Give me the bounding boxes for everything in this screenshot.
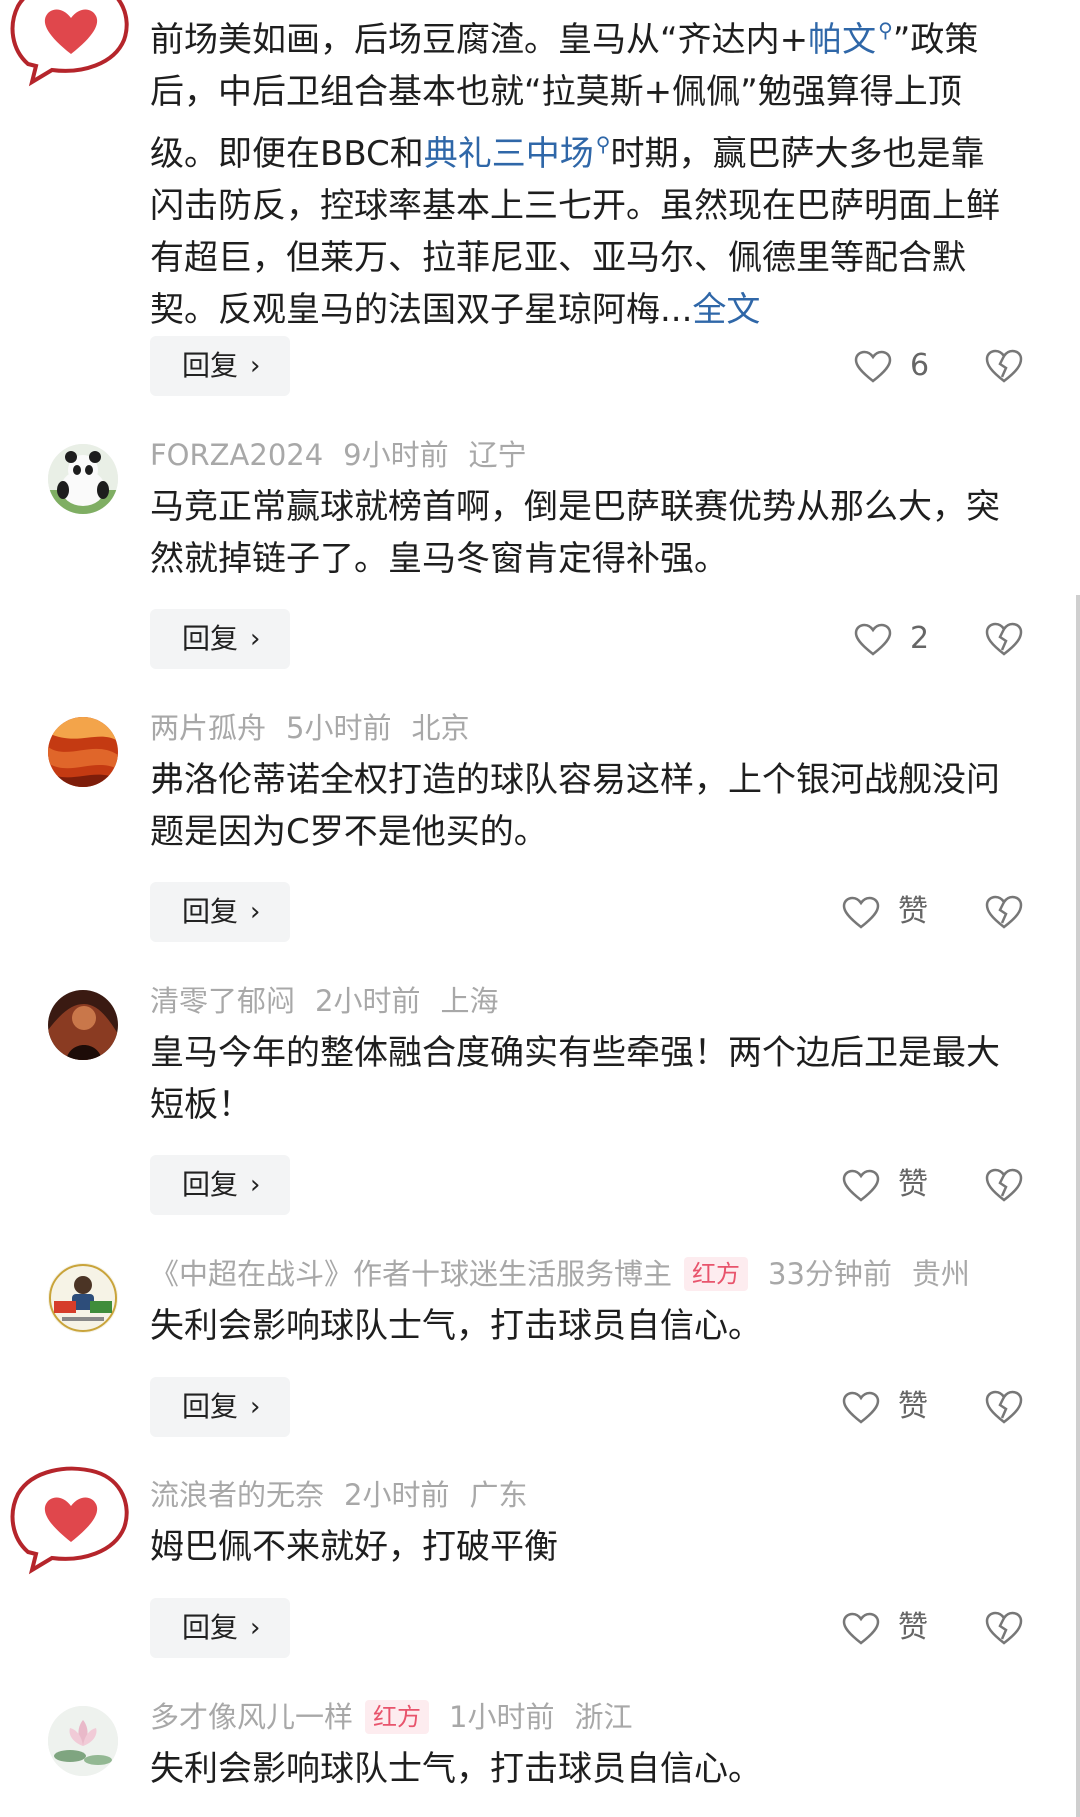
heart-outline-icon: [842, 896, 880, 929]
reply-button[interactable]: 回复 ›: [150, 609, 290, 669]
broken-heart-icon[interactable]: [985, 1389, 1023, 1425]
comment-meta: 清零了郁闷 2小时前 上海: [150, 981, 518, 1021]
comment-location: 浙江: [574, 1700, 633, 1734]
heart-outline-icon: [842, 1612, 880, 1645]
comment-text: 失利会影响球队士气，打击球员自信心。: [150, 1300, 1036, 1352]
comment-text: 皇马今年的整体融合度确实有些牵强！两个边后卫是最大 短板！: [150, 1027, 1036, 1131]
comment-location: 辽宁: [468, 438, 527, 472]
chevron-right-icon: ›: [250, 351, 261, 381]
red-rock-avatar: [48, 717, 118, 787]
comment-location: 北京: [411, 711, 470, 745]
topic-link[interactable]: 典礼三中场: [424, 134, 594, 174]
comment-line: 皇马今年的整体融合度确实有些牵强！两个边后卫是最大: [150, 1033, 1000, 1073]
comment-line: 后，中后卫组合基本也就“拉莫斯+佩佩”勉强算得上顶: [150, 72, 962, 112]
author-name[interactable]: 清零了郁闷: [150, 984, 295, 1018]
reply-button[interactable]: 回复 ›: [150, 1598, 290, 1658]
reply-button[interactable]: 回复 ›: [150, 336, 290, 396]
broken-heart-icon[interactable]: [985, 1610, 1023, 1646]
avatar[interactable]: [48, 1263, 118, 1333]
reply-button[interactable]: 回复 ›: [150, 1377, 290, 1437]
scrollbar[interactable]: [1076, 595, 1080, 1817]
chevron-right-icon: ›: [250, 897, 261, 927]
comment-time: 2小时前: [315, 984, 421, 1018]
author-name[interactable]: 流浪者的无奈: [150, 1478, 324, 1512]
comment-text: 前场美如画，后场豆腐渣。皇马从“齐达内+帕文 ⚲”政策 后，中后卫组合基本也就“拉…: [150, 4, 1036, 336]
comment-line: 级。即便在BBC和典礼三中场 ⚲时期，赢巴萨大多也是靠: [150, 132, 985, 174]
comment-time: 5小时前: [286, 711, 392, 745]
comment-line: 然就掉链子了。皇马冬窗肯定得补强。: [150, 539, 728, 579]
comment-meta: 《中超在战斗》作者十球迷生活服务博主 红方 33分钟前 贵州: [150, 1254, 990, 1294]
like-count: 6: [910, 348, 930, 383]
comment-text: 姆巴佩不来就好，打破平衡: [150, 1521, 1036, 1573]
comment-line: 弗洛伦蒂诺全权打造的球队容易这样，上个银河战舰没问: [150, 760, 1000, 800]
heart-outline-icon: [854, 623, 892, 656]
comment-line: 马竞正常赢球就榜首啊，倒是巴萨联赛优势从那么大，突: [150, 487, 1000, 527]
chevron-right-icon: ›: [250, 624, 261, 654]
broken-heart-icon[interactable]: [985, 348, 1023, 384]
comment-text: 马竞正常赢球就榜首啊，倒是巴萨联赛优势从那么大，突 然就掉链子了。皇马冬窗肯定得…: [150, 481, 1036, 585]
lotus-avatar: [48, 1706, 118, 1776]
comment-time: 33分钟前: [768, 1257, 892, 1291]
chevron-right-icon: ›: [250, 1170, 261, 1200]
comment-time: 9小时前: [343, 438, 449, 472]
avatar[interactable]: [48, 444, 118, 514]
comment-time: 1小时前: [449, 1700, 555, 1734]
author-name[interactable]: 《中超在战斗》作者十球迷生活服务博主: [150, 1257, 672, 1291]
search-icon: ⚲: [878, 18, 893, 42]
comment-meta: 多才像风儿一样 红方 1小时前 浙江: [150, 1697, 652, 1737]
comment-location: 贵州: [911, 1257, 970, 1291]
heart-outline-icon: [842, 1391, 880, 1424]
reply-button[interactable]: 回复 ›: [150, 1155, 290, 1215]
like-label: 赞: [898, 1610, 928, 1645]
heart-speech-bubble-icon: [10, 0, 129, 87]
status-badge: 红方: [684, 1257, 749, 1291]
comment-meta: 两片孤舟 5小时前 北京: [150, 708, 489, 748]
like-label: 赞: [898, 894, 928, 929]
search-icon: ⚲: [595, 132, 611, 156]
broken-heart-icon[interactable]: [985, 1167, 1023, 1203]
read-full-link[interactable]: 全文: [692, 290, 760, 330]
heart-outline-icon: [854, 350, 892, 383]
comment-text: 失利会影响球队士气，打击球员自信心。: [150, 1743, 1036, 1795]
broken-heart-icon[interactable]: [985, 894, 1023, 930]
comment-line: 短板！: [150, 1085, 252, 1125]
dark-portrait-avatar: [48, 990, 118, 1060]
broken-heart-icon[interactable]: [985, 621, 1023, 657]
comment-line: 失利会影响球队士气，打击球员自信心。: [150, 1749, 762, 1789]
comment-feed: 前场美如画，后场豆腐渣。皇马从“齐达内+帕文 ⚲”政策 后，中后卫组合基本也就“拉…: [0, 0, 1080, 1817]
author-name[interactable]: 多才像风儿一样: [150, 1700, 353, 1734]
heart-speech-bubble-icon[interactable]: [8, 1466, 134, 1576]
author-name[interactable]: FORZA2024: [150, 438, 323, 472]
status-badge: 红方: [365, 1700, 430, 1734]
panda-avatar: [48, 444, 118, 514]
topic-link[interactable]: 帕文: [808, 20, 876, 60]
comment-line: 题是因为C罗不是他买的。: [150, 812, 548, 852]
blogger-badge-avatar: [48, 1263, 118, 1333]
comment-line: 前场美如画，后场豆腐渣。皇马从“齐达内+帕文 ⚲”政策: [150, 18, 979, 60]
comment-line: 闪击防反，控球率基本上三七开。虽然现在巴萨明面上鲜: [150, 186, 1000, 226]
comment-meta: 流浪者的无奈 2小时前 广东: [150, 1475, 547, 1515]
like-count: 2: [910, 621, 930, 656]
like-label: 赞: [898, 1167, 928, 1202]
comment-line: 契。反观皇马的法国双子星琼阿梅...全文: [150, 290, 761, 330]
avatar[interactable]: [48, 1706, 118, 1776]
avatar[interactable]: [48, 990, 118, 1060]
chevron-right-icon: ›: [250, 1392, 261, 1422]
chevron-right-icon: ›: [250, 1613, 261, 1643]
like-label: 赞: [898, 1389, 928, 1424]
comment-location: 上海: [440, 984, 499, 1018]
author-name[interactable]: 两片孤舟: [150, 711, 266, 745]
reply-button[interactable]: 回复 ›: [150, 882, 290, 942]
comment-location: 广东: [469, 1478, 528, 1512]
avatar[interactable]: [48, 717, 118, 787]
comment-line: 有超巨，但莱万、拉菲尼亚、亚马尔、佩德里等配合默: [150, 238, 966, 278]
heart-outline-icon: [842, 1169, 880, 1202]
comment-text: 弗洛伦蒂诺全权打造的球队容易这样，上个银河战舰没问 题是因为C罗不是他买的。: [150, 754, 1036, 858]
comment-time: 2小时前: [344, 1478, 450, 1512]
comment-meta: FORZA2024 9小时前 辽宁: [150, 435, 547, 475]
comment-line: 姆巴佩不来就好，打破平衡: [150, 1527, 558, 1567]
comment-line: 失利会影响球队士气，打击球员自信心。: [150, 1306, 762, 1346]
